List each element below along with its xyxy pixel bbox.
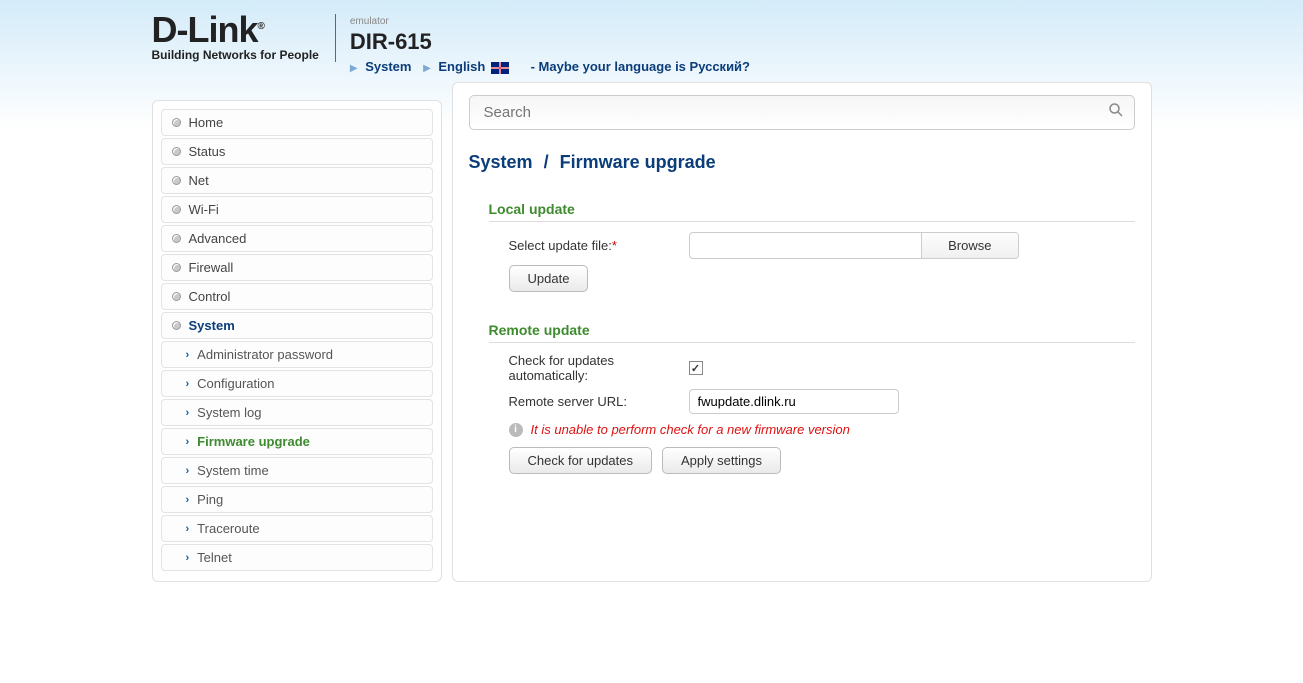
sidebar-item-wifi[interactable]: Wi-Fi xyxy=(161,196,433,223)
sidebar-item-label: Traceroute xyxy=(197,521,259,536)
select-file-label: Select update file:* xyxy=(509,238,689,253)
sidebar-subitem-ping[interactable]: › Ping xyxy=(161,486,433,513)
sidebar-subitem-configuration[interactable]: › Configuration xyxy=(161,370,433,397)
language-suggestion-link[interactable]: - Maybe your language is Русский? xyxy=(531,59,750,74)
logo-tagline: Building Networks for People xyxy=(152,48,319,62)
chevron-right-icon: › xyxy=(186,523,190,535)
sidebar-item-label: System log xyxy=(197,405,261,420)
main-panel: System / Firmware upgrade Local update S… xyxy=(452,82,1152,582)
search-box[interactable] xyxy=(469,95,1135,130)
logo: D-Link® Building Networks for People xyxy=(152,14,336,62)
sidebar-item-label: Telnet xyxy=(197,550,232,565)
chevron-right-icon: ▶ xyxy=(423,63,431,74)
sidebar-item-label: Configuration xyxy=(197,376,274,391)
sidebar-subitem-traceroute[interactable]: › Traceroute xyxy=(161,515,433,542)
sidebar-subitem-system-log[interactable]: › System log xyxy=(161,399,433,426)
sidebar-item-label: Firmware upgrade xyxy=(197,434,310,449)
sidebar-item-label: Ping xyxy=(197,492,223,507)
error-message: It is unable to perform check for a new … xyxy=(531,422,850,437)
auto-check-label: Check for updates automatically: xyxy=(509,353,689,383)
remote-url-label: Remote server URL: xyxy=(509,394,689,409)
apply-settings-button[interactable]: Apply settings xyxy=(662,447,781,474)
breadcrumb: ▶ System ▶ English - Maybe your language… xyxy=(350,59,758,74)
file-name-field[interactable] xyxy=(690,233,922,258)
page-title: System / Firmware upgrade xyxy=(469,152,1135,173)
chevron-right-icon: › xyxy=(186,465,190,477)
bullet-icon xyxy=(172,263,181,272)
sidebar-item-label: Status xyxy=(189,144,226,159)
bullet-icon xyxy=(172,321,181,330)
sidebar-subitem-admin-password[interactable]: › Administrator password xyxy=(161,341,433,368)
sidebar-item-system[interactable]: System xyxy=(161,312,433,339)
chevron-right-icon: › xyxy=(186,407,190,419)
auto-check-checkbox[interactable] xyxy=(689,361,703,375)
info-icon: i xyxy=(509,423,523,437)
section-remote-update: Remote update xyxy=(489,322,1135,343)
bullet-icon xyxy=(172,118,181,127)
search-input[interactable] xyxy=(480,100,1108,125)
uk-flag-icon xyxy=(491,62,509,74)
chevron-right-icon: › xyxy=(186,494,190,506)
sidebar-item-net[interactable]: Net xyxy=(161,167,433,194)
header: D-Link® Building Networks for People emu… xyxy=(152,0,1152,82)
sidebar-item-status[interactable]: Status xyxy=(161,138,433,165)
update-button[interactable]: Update xyxy=(509,265,589,292)
remote-url-input[interactable] xyxy=(689,389,899,414)
sidebar-item-label: System time xyxy=(197,463,269,478)
bullet-icon xyxy=(172,205,181,214)
search-icon[interactable] xyxy=(1108,102,1124,123)
sidebar-item-label: System xyxy=(189,318,235,333)
chevron-right-icon: › xyxy=(186,552,190,564)
sidebar-subitem-telnet[interactable]: › Telnet xyxy=(161,544,433,571)
chevron-right-icon: ▶ xyxy=(350,63,358,74)
breadcrumb-system[interactable]: System xyxy=(365,59,411,74)
browse-button[interactable]: Browse xyxy=(921,233,1017,258)
sidebar-item-label: Control xyxy=(189,289,231,304)
chevron-right-icon: › xyxy=(186,436,190,448)
sidebar-subitem-firmware-upgrade[interactable]: › Firmware upgrade xyxy=(161,428,433,455)
sidebar-item-firewall[interactable]: Firewall xyxy=(161,254,433,281)
file-picker[interactable]: Browse xyxy=(689,232,1019,259)
sidebar-item-label: Advanced xyxy=(189,231,247,246)
bullet-icon xyxy=(172,292,181,301)
breadcrumb-language[interactable]: English xyxy=(438,59,509,74)
sidebar-item-label: Wi-Fi xyxy=(189,202,219,217)
emulator-label: emulator xyxy=(350,16,758,27)
model-block: emulator DIR-615 ▶ System ▶ English - Ma… xyxy=(350,14,758,74)
chevron-right-icon: › xyxy=(186,349,190,361)
sidebar-item-label: Home xyxy=(189,115,224,130)
sidebar-item-label: Firewall xyxy=(189,260,234,275)
sidebar-item-advanced[interactable]: Advanced xyxy=(161,225,433,252)
sidebar: Home Status Net Wi-Fi Advanced Firewall … xyxy=(152,100,442,582)
logo-text: D-Link® xyxy=(152,14,319,46)
model-name: DIR-615 xyxy=(350,29,758,55)
bullet-icon xyxy=(172,147,181,156)
check-updates-button[interactable]: Check for updates xyxy=(509,447,653,474)
sidebar-item-home[interactable]: Home xyxy=(161,109,433,136)
chevron-right-icon: › xyxy=(186,378,190,390)
bullet-icon xyxy=(172,176,181,185)
sidebar-subitem-system-time[interactable]: › System time xyxy=(161,457,433,484)
section-local-update: Local update xyxy=(489,201,1135,222)
sidebar-item-control[interactable]: Control xyxy=(161,283,433,310)
sidebar-item-label: Net xyxy=(189,173,209,188)
sidebar-item-label: Administrator password xyxy=(197,347,333,362)
bullet-icon xyxy=(172,234,181,243)
